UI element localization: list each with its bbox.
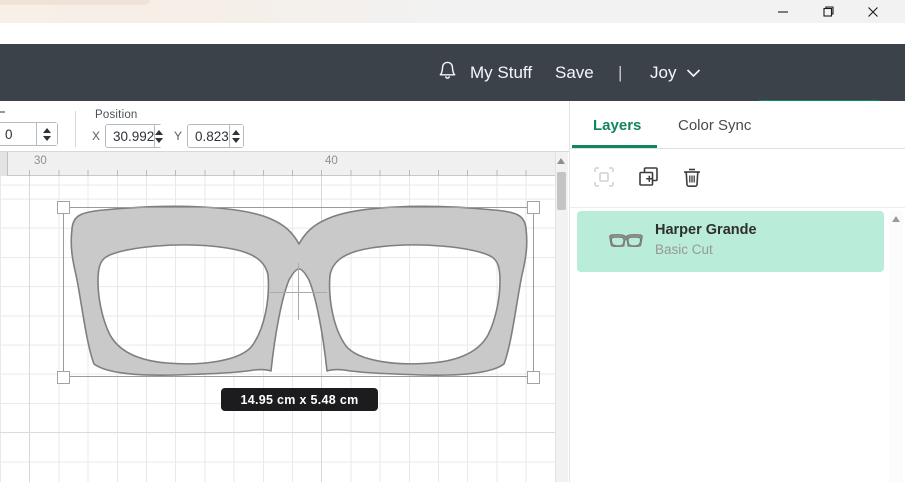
position-y-field[interactable]: 0.823 bbox=[187, 124, 244, 148]
title-bar-accent bbox=[0, 0, 150, 5]
position-label: Position bbox=[95, 109, 138, 121]
bell-icon bbox=[436, 58, 459, 87]
y-label: Y bbox=[174, 129, 182, 143]
account-menu[interactable]: Joy bbox=[650, 44, 701, 101]
stepper-up-icon bbox=[155, 130, 163, 135]
close-icon bbox=[867, 6, 879, 18]
rotate-stepper[interactable] bbox=[36, 123, 57, 145]
panel-scrollbar[interactable] bbox=[889, 211, 903, 482]
toolbar-divider bbox=[75, 111, 76, 147]
dimension-tooltip: 14.95 cm x 5.48 cm bbox=[221, 388, 378, 411]
close-button[interactable] bbox=[853, 0, 893, 23]
ruler-label-40: 40 bbox=[325, 155, 338, 167]
layer-cut-type: Basic Cut bbox=[655, 242, 713, 257]
select-all-icon bbox=[592, 165, 616, 192]
my-stuff-label: My Stuff bbox=[470, 63, 532, 83]
header-divider: | bbox=[618, 44, 622, 101]
layer-name: Harper Grande bbox=[655, 222, 757, 238]
minimize-button[interactable] bbox=[763, 0, 803, 23]
delete-icon bbox=[680, 165, 704, 192]
x-label: X bbox=[92, 129, 100, 143]
notifications-button[interactable] bbox=[436, 44, 459, 101]
position-x-stepper[interactable] bbox=[154, 125, 163, 147]
stepper-down-icon bbox=[155, 138, 163, 143]
rotate-value: 0 bbox=[0, 127, 36, 142]
title-bar bbox=[0, 0, 905, 23]
duplicate-icon bbox=[636, 164, 661, 192]
account-name-label: Joy bbox=[650, 63, 676, 83]
scroll-up-icon[interactable] bbox=[557, 158, 565, 164]
duplicate-button[interactable] bbox=[635, 165, 661, 191]
center-crosshair bbox=[270, 292, 327, 293]
tab-color-sync[interactable]: Color Sync bbox=[678, 117, 751, 134]
canvas-scrollbar-thumb[interactable] bbox=[557, 172, 566, 210]
save-link[interactable]: Save bbox=[555, 44, 594, 101]
tab-layers[interactable]: Layers bbox=[593, 117, 641, 134]
dimension-text: 14.95 cm x 5.48 cm bbox=[241, 393, 359, 407]
ruler-left-cap bbox=[0, 152, 8, 176]
ruler-label-30: 30 bbox=[34, 155, 47, 167]
resize-handle-bottom-left[interactable] bbox=[57, 371, 70, 384]
position-y-stepper[interactable] bbox=[229, 125, 243, 147]
cutoff-label-fragment bbox=[0, 111, 5, 113]
app-header: My Stuff Save | Joy Make It bbox=[0, 44, 905, 101]
minimize-icon bbox=[777, 6, 789, 18]
delete-button[interactable] bbox=[679, 165, 705, 191]
restore-button[interactable] bbox=[808, 0, 848, 23]
app-top-strip bbox=[0, 23, 905, 44]
grid-major-line bbox=[0, 432, 555, 433]
restore-icon bbox=[822, 5, 835, 18]
stepper-down-icon bbox=[232, 138, 240, 143]
my-stuff-link[interactable]: My Stuff bbox=[470, 44, 532, 101]
resize-handle-top-right[interactable] bbox=[527, 201, 540, 214]
resize-handle-bottom-right[interactable] bbox=[527, 371, 540, 384]
stepper-up-icon bbox=[232, 130, 240, 135]
layer-item-harper-grande[interactable]: Harper Grande Basic Cut bbox=[577, 211, 884, 272]
save-label: Save bbox=[555, 63, 594, 83]
stepper-up-icon bbox=[43, 128, 51, 133]
position-y-value: 0.823 bbox=[188, 129, 229, 144]
layers-panel: Layers Color Sync bbox=[569, 101, 905, 482]
position-x-value: 30.992 bbox=[106, 129, 154, 144]
glasses-icon bbox=[609, 233, 643, 253]
stepper-down-icon bbox=[43, 136, 51, 141]
panel-separator bbox=[570, 207, 905, 208]
resize-handle-top-left[interactable] bbox=[57, 201, 70, 214]
position-x-field[interactable]: 30.992 bbox=[105, 124, 162, 148]
scroll-up-icon[interactable] bbox=[892, 216, 900, 222]
chevron-down-icon bbox=[686, 68, 701, 78]
rotate-field[interactable]: 0 bbox=[0, 122, 58, 146]
select-all-button[interactable] bbox=[591, 165, 617, 191]
grid-major-line bbox=[29, 176, 30, 482]
tab-row-border bbox=[570, 148, 905, 149]
